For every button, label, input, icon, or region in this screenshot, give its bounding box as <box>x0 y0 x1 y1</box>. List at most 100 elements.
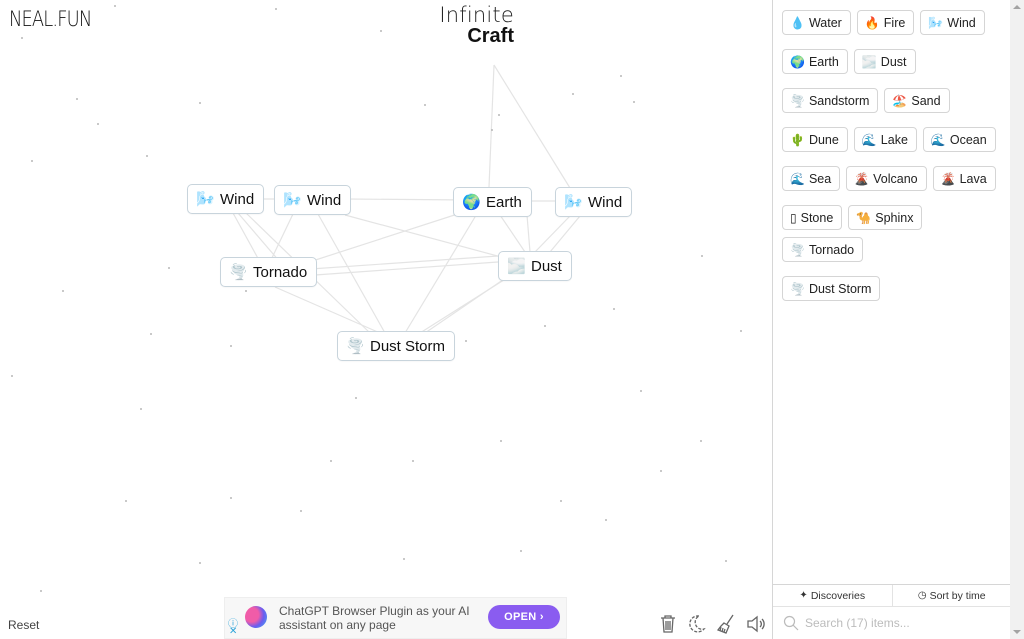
ad-banner[interactable]: ⓘ ✕ ChatGPT Browser Plugin as your AI as… <box>224 597 567 639</box>
sidebar-item-sphinx[interactable]: 🐪 Sphinx <box>848 205 923 230</box>
moon-icon[interactable] <box>685 613 707 635</box>
connection-line <box>232 212 261 263</box>
item-label: Lake <box>880 132 908 147</box>
sidebar-item-dust[interactable]: 🌫️ Dust <box>853 49 916 74</box>
item-label: Earth <box>808 54 839 69</box>
infinite-craft-title: Infinite Craft <box>439 5 514 47</box>
background-dot <box>572 93 574 95</box>
sidebar-item-tornado[interactable]: 🌪️ Tornado <box>782 237 864 262</box>
reset-button[interactable]: Reset <box>8 618 39 632</box>
scroll-down-arrow[interactable] <box>1013 630 1021 634</box>
connection-line <box>499 214 526 253</box>
background-dot <box>62 290 64 292</box>
sidebar-item-water[interactable]: 💧 Water <box>782 10 851 35</box>
sidebar-item-stone[interactable]: ▯ Stone <box>782 205 843 230</box>
crafting-canvas[interactable]: NEAL.FUN Infinite Craft 🌬️ Wind 🌬️ Wind … <box>0 0 772 639</box>
item-label: Sphinx <box>875 210 914 225</box>
background-dot <box>31 160 33 162</box>
discoveries-button[interactable]: ✦ Discoveries <box>773 585 892 606</box>
canvas-element-earth[interactable]: 🌍 Earth <box>453 187 532 217</box>
background-dot <box>660 470 662 472</box>
element-label: Wind <box>307 191 342 209</box>
canvas-element-wind[interactable]: 🌬️ Wind <box>187 184 265 214</box>
item-label: Water <box>808 15 842 30</box>
sidebar-item-wind[interactable]: 🌬️ Wind <box>920 10 985 35</box>
canvas-element-wind[interactable]: 🌬️ Wind <box>274 185 352 215</box>
background-dot <box>633 101 635 103</box>
canvas-element-tornado[interactable]: 🌪️ Tornado <box>220 257 318 287</box>
connection-line <box>493 64 571 189</box>
background-dot <box>412 460 414 462</box>
tornado-icon: 🌪️ <box>229 264 248 281</box>
sidebar-item-dust-storm[interactable]: 🌪️ Dust Storm <box>782 276 881 301</box>
stone-icon: ▯ <box>790 210 797 225</box>
ad-close-icon[interactable]: ✕ <box>229 626 237 637</box>
sidebar-item-dune[interactable]: 🌵 Dune <box>782 127 848 152</box>
background-dot <box>125 500 127 502</box>
beach-icon: 🏖️ <box>892 93 908 108</box>
sort-by-time-button[interactable]: ◷ Sort by time <box>891 585 1012 606</box>
sidebar-scrollbar[interactable] <box>1010 0 1024 639</box>
connection-line <box>488 64 495 188</box>
item-label: Lava <box>959 171 987 186</box>
scroll-up-arrow[interactable] <box>1013 5 1021 9</box>
item-label: Fire <box>883 15 906 30</box>
item-label: Dust <box>880 54 907 69</box>
sidebar-item-earth[interactable]: 🌍 Earth <box>782 49 848 74</box>
canvas-element-dust-storm[interactable]: 🌪️ Dust Storm <box>337 331 456 361</box>
sidebar-footer: ✦ Discoveries ◷ Sort by time <box>773 584 1011 639</box>
connection-line <box>314 261 499 276</box>
wind-icon: 🌬️ <box>283 192 302 209</box>
element-label: Dust <box>531 257 562 275</box>
broom-icon[interactable] <box>715 613 737 635</box>
background-dot <box>168 267 170 269</box>
sidebar-item-fire[interactable]: 🔥 Fire <box>856 10 915 35</box>
background-dot <box>199 562 201 564</box>
connection-line <box>299 209 471 266</box>
volcano-icon: 🌋 <box>940 171 956 186</box>
speaker-icon[interactable] <box>745 613 767 635</box>
background-dot <box>21 37 23 39</box>
canvas-element-dust[interactable]: 🌫️ Dust <box>498 251 572 281</box>
item-label: Sea <box>808 171 832 186</box>
sidebar-item-volcano[interactable]: 🌋 Volcano <box>846 166 927 191</box>
item-label: Volcano <box>873 171 918 186</box>
tornado-icon: 🌪️ <box>790 93 805 108</box>
background-dot <box>640 390 642 392</box>
sidebar-item-sand[interactable]: 🏖️ Sand <box>884 88 950 113</box>
background-dot <box>491 129 493 131</box>
background-dot <box>465 340 467 342</box>
item-label: Dust Storm <box>808 281 872 296</box>
background-dot <box>140 408 142 410</box>
search-input[interactable] <box>805 616 985 630</box>
background-dot <box>520 550 522 552</box>
background-dot <box>146 155 148 157</box>
neal-fun-logo[interactable]: NEAL.FUN <box>9 7 92 31</box>
background-dot <box>300 510 302 512</box>
tornado-icon: 🌪️ <box>346 338 365 355</box>
canvas-element-wind[interactable]: 🌬️ Wind <box>555 187 633 217</box>
trash-icon[interactable] <box>657 613 679 635</box>
cactus-icon: 🌵 <box>790 132 805 147</box>
background-dot <box>498 114 500 116</box>
sidebar-item-ocean[interactable]: 🌊 Ocean <box>922 127 996 152</box>
sidebar-item-lake[interactable]: 🌊 Lake <box>853 127 917 152</box>
element-label: Dust Storm <box>370 337 446 355</box>
connection-line <box>345 198 471 201</box>
background-dot <box>701 255 703 257</box>
background-dot <box>740 330 742 332</box>
background-dot <box>544 325 546 327</box>
background-dot <box>613 308 615 310</box>
wind-icon: 🌬️ <box>196 191 215 208</box>
earth-icon: 🌍 <box>790 54 805 69</box>
wave-icon: 🌊 <box>861 132 877 147</box>
brain-logo-icon <box>245 606 267 628</box>
ad-open-button[interactable]: OPEN › <box>488 605 560 629</box>
wind-icon: 🌬️ <box>928 15 944 30</box>
sidebar-item-sandstorm[interactable]: 🌪️ Sandstorm <box>782 88 879 113</box>
sidebar-item-lava[interactable]: 🌋 Lava <box>932 166 996 191</box>
item-label: Sandstorm <box>808 93 870 108</box>
sidebar-item-sea[interactable]: 🌊 Sea <box>782 166 841 191</box>
title-line2: Craft <box>467 25 514 47</box>
tornado-icon: 🌪️ <box>790 281 805 296</box>
